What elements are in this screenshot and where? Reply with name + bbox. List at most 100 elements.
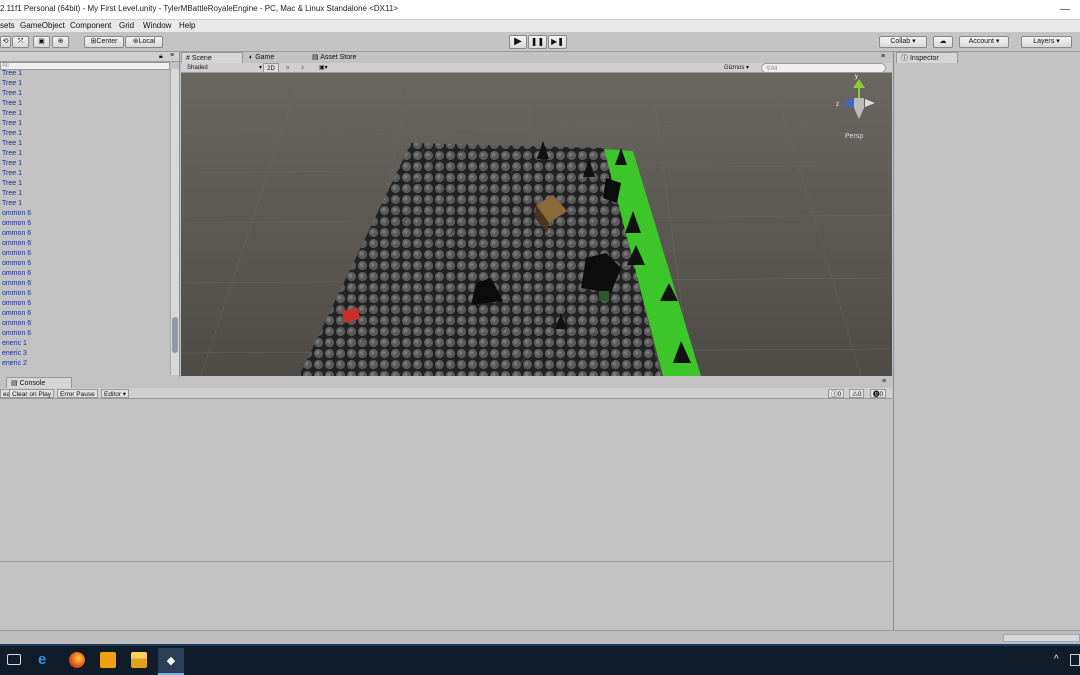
hierarchy-item[interactable]: ommon 6 (0, 269, 170, 279)
hierarchy-item[interactable]: ommon 6 (0, 279, 170, 289)
hierarchy-item[interactable]: ommon 6 (0, 309, 170, 319)
hierarchy-item[interactable]: eneric 3 (0, 349, 170, 359)
account-dropdown[interactable]: Account ▾ (959, 36, 1009, 48)
cloud-button[interactable]: ☁ (933, 36, 953, 48)
hierarchy-item[interactable]: ommon 6 (0, 289, 170, 299)
hierarchy-item[interactable]: Tree 1 (0, 179, 170, 189)
mode-2d-toggle[interactable]: 2D (263, 63, 279, 73)
scene-search-input[interactable]: ⚲All (761, 63, 886, 73)
hierarchy-header: 🔒︎ ≡ (0, 52, 179, 62)
tray-network-icon[interactable] (1070, 654, 1080, 666)
hierarchy-item[interactable]: Tree 1 (0, 109, 170, 119)
editor-dropdown[interactable]: Editor ▾ (101, 389, 130, 398)
minimize-button[interactable]: — (1042, 0, 1080, 20)
hierarchy-scroll-thumb[interactable] (172, 317, 178, 353)
panel-menu-icon[interactable]: ≡ (170, 52, 174, 59)
hierarchy-item[interactable]: Tree 1 (0, 119, 170, 129)
space-local-button[interactable]: ⊛Local (125, 36, 163, 48)
tab-scene-label: Scene (191, 55, 212, 62)
transform-tool-icon[interactable]: ⊕ (52, 36, 69, 48)
persp-label[interactable]: Persp (845, 133, 863, 140)
gizmo-center-cube (854, 98, 864, 108)
step-button[interactable]: ▶❚ (548, 35, 567, 49)
collab-button[interactable]: Collab ▾ (879, 36, 927, 48)
hierarchy-item[interactable]: ommon 6 (0, 259, 170, 269)
tab-asset-store[interactable]: ▤ Asset Store (308, 52, 388, 63)
hierarchy-item[interactable]: Tree 1 (0, 79, 170, 89)
media-icon[interactable] (100, 652, 116, 668)
hierarchy-item[interactable]: Tree 1 (0, 139, 170, 149)
hierarchy-item[interactable]: ommon 6 (0, 299, 170, 309)
file-explorer-icon[interactable] (131, 652, 147, 668)
hierarchy-item[interactable]: ommon 6 (0, 329, 170, 339)
hierarchy-item[interactable]: Tree 1 (0, 99, 170, 109)
scale-tool-icon[interactable]: ⤧ (12, 36, 29, 48)
hierarchy-item[interactable]: ommon 6 (0, 249, 170, 259)
layers-dropdown[interactable]: Layers ▾ (1021, 36, 1072, 48)
hierarchy-item[interactable]: eneric 1 (0, 339, 170, 349)
error-count-toggle[interactable]: ⓿0 (870, 389, 887, 398)
gizmo-z-label: z (836, 102, 839, 108)
error-pause-toggle[interactable]: Error Pause (57, 389, 98, 398)
menu-help[interactable]: Help (179, 21, 195, 30)
hierarchy-item[interactable]: Tree 1 (0, 89, 170, 99)
play-button[interactable]: ▶ (509, 35, 527, 49)
scene-viewport[interactable]: y z Persp (181, 73, 892, 376)
console-menu-icon[interactable]: ≡ (882, 378, 886, 385)
tab-inspector-label: Inspector (909, 55, 939, 62)
rotate-tool-icon[interactable]: ⟲ (0, 36, 11, 48)
layers-label: Layers (1033, 38, 1055, 45)
progress-area (1003, 634, 1080, 642)
menu-component[interactable]: Component (70, 21, 111, 30)
console-tab-strip: ▤ Console ≡ (0, 377, 892, 388)
tab-scene[interactable]: # Scene (181, 52, 243, 63)
hierarchy-item[interactable]: ommon 6 (0, 209, 170, 219)
rect-tool-icon[interactable]: ▣ (33, 36, 50, 48)
hierarchy-scrollbar[interactable] (170, 69, 179, 375)
scene-search-placeholder: All (770, 66, 778, 72)
hierarchy-item[interactable]: ommon 6 (0, 229, 170, 239)
hierarchy-item[interactable]: Tree 1 (0, 199, 170, 209)
hierarchy-item[interactable]: Tree 1 (0, 69, 170, 79)
scene-render: y z Persp (181, 73, 892, 376)
console-log-area[interactable] (0, 400, 892, 630)
tray-chevron-icon[interactable]: ^ (1054, 654, 1059, 665)
firefox-icon[interactable] (69, 652, 85, 668)
task-view-icon[interactable] (7, 654, 21, 665)
hierarchy-item[interactable]: Tree 1 (0, 159, 170, 169)
hierarchy-panel: 🔒︎ ≡ All Tree 1 Tree 1 Tree 1 Tree 1 Tree 1T… (0, 52, 180, 377)
scene-menu-icon[interactable]: ≡ (881, 53, 885, 60)
menu-gameobject[interactable]: GameObject (20, 21, 65, 30)
shading-label: Shaded (187, 65, 208, 71)
tab-console[interactable]: ▤ Console (6, 377, 72, 388)
hierarchy-item[interactable]: ommon 6 (0, 219, 170, 229)
tab-asset-store-label: Asset Store (320, 54, 357, 61)
clear-on-play-toggle[interactable]: Clear on Play (9, 389, 55, 398)
lock-icon[interactable]: 🔒︎ (159, 53, 163, 61)
menu-grid[interactable]: Grid (119, 21, 134, 30)
hierarchy-item[interactable]: Tree 1 (0, 169, 170, 179)
audio-toggle-icon[interactable]: ♪ (301, 63, 313, 73)
gizmos-dropdown[interactable]: Gizmos ▾ (724, 63, 758, 73)
pause-button[interactable]: ❚❚ (528, 35, 547, 49)
tab-inspector[interactable]: ⓘ Inspector (896, 52, 958, 63)
effects-toggle-icon[interactable]: ▣▾ (319, 63, 337, 73)
edge-icon[interactable]: e (38, 652, 54, 668)
hierarchy-item[interactable]: Tree 1 (0, 149, 170, 159)
pivot-center-button[interactable]: ⊞Center (84, 36, 124, 48)
menu-window[interactable]: Window (143, 21, 171, 30)
shading-dropdown[interactable]: Shaded ▾ (187, 63, 262, 73)
hierarchy-item[interactable]: ommon 6 (0, 319, 170, 329)
hierarchy-item[interactable]: Tree 1 (0, 129, 170, 139)
console-splitter[interactable] (0, 561, 892, 562)
hierarchy-item[interactable]: eneric 2 (0, 359, 170, 369)
info-count-toggle[interactable]: ⓘ0 (828, 389, 845, 398)
warning-count-toggle[interactable]: ⚠0 (849, 389, 865, 398)
lighting-toggle-icon[interactable]: ☼ (285, 63, 297, 73)
hierarchy-item[interactable]: Tree 1 (0, 189, 170, 199)
hierarchy-item[interactable]: ommon 6 (0, 239, 170, 249)
tab-game[interactable]: ◐ Game (245, 52, 305, 63)
unity-icon[interactable]: ◆ (158, 648, 184, 675)
menu-bar: sets GameObject Component Grid Window He… (0, 20, 1080, 32)
menu-assets[interactable]: sets (0, 21, 15, 30)
